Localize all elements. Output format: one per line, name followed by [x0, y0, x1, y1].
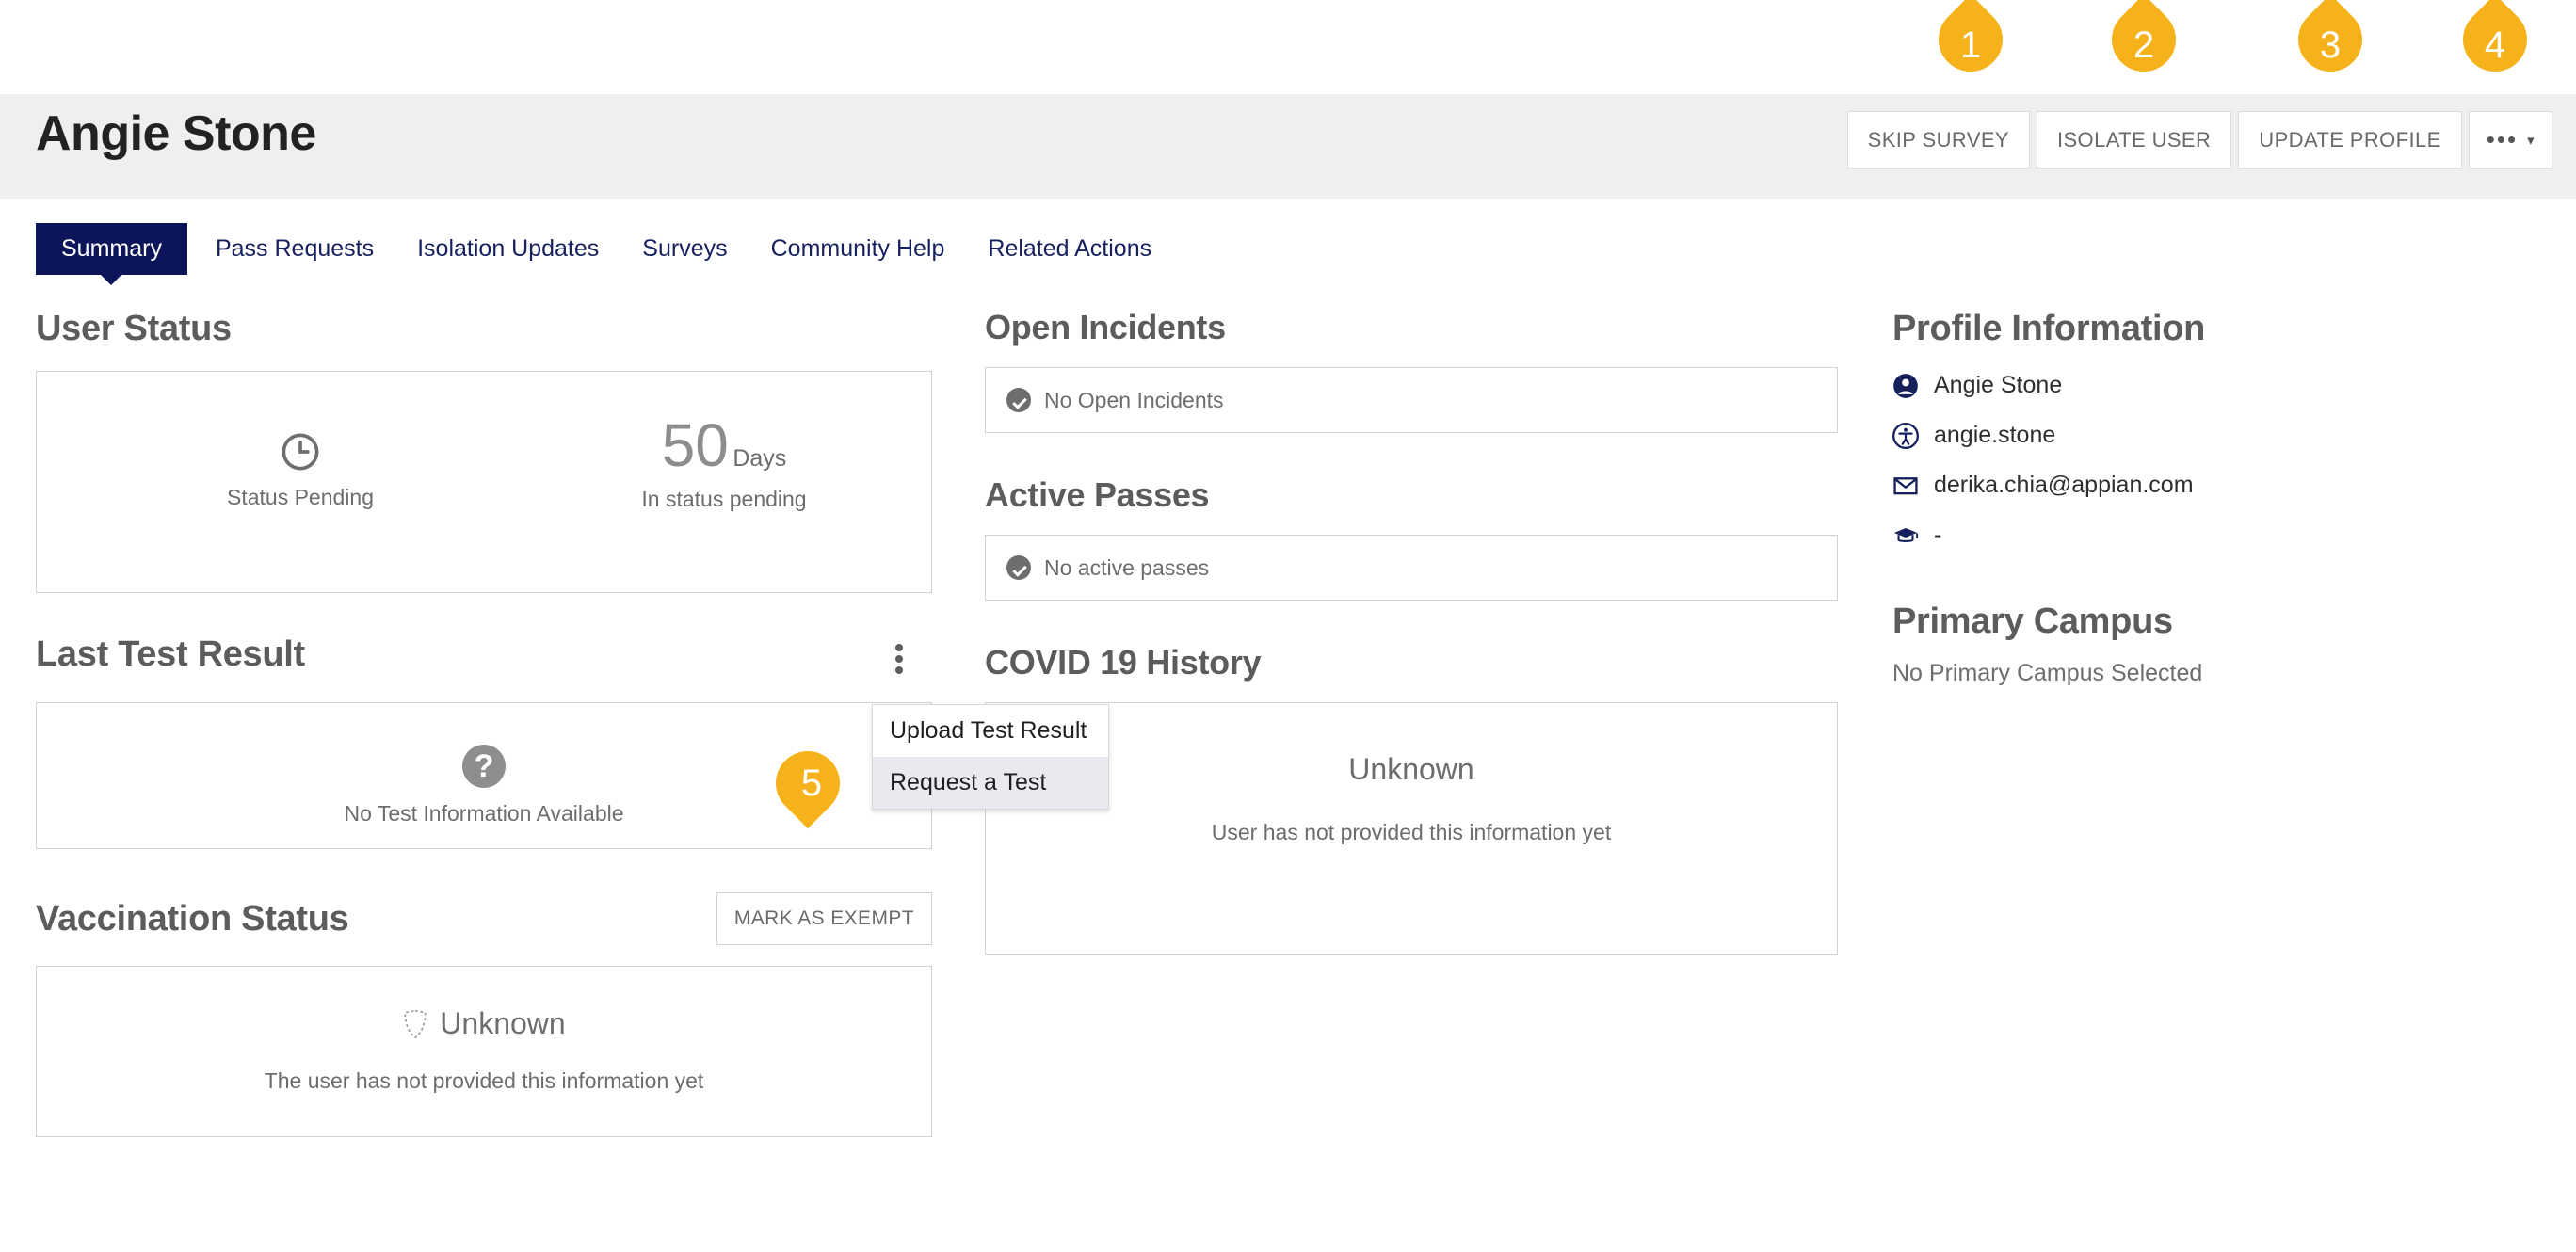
- profile-row-name: Angie Stone: [1892, 372, 2495, 399]
- more-actions-button[interactable]: ••• ▾: [2468, 111, 2552, 169]
- annotation-pin-4: 4: [2449, 0, 2541, 102]
- tab-bar: Summary Pass Requests Isolation Updates …: [0, 223, 2576, 281]
- annotation-pin-1: 1: [1924, 0, 2017, 102]
- tab-surveys[interactable]: Surveys: [642, 223, 727, 275]
- last-test-result-kebab-menu-icon[interactable]: [883, 640, 915, 678]
- tab-related-actions[interactable]: Related Actions: [988, 223, 1151, 275]
- profile-education-value: -: [1934, 522, 1942, 548]
- primary-campus-value: No Primary Campus Selected: [1892, 660, 2203, 686]
- days-caption: In status pending: [641, 487, 807, 511]
- ellipsis-icon: •••: [2486, 125, 2519, 153]
- vaccination-status-value: Unknown: [440, 1006, 566, 1040]
- user-status-card: Status Pending 50 Days In status pending: [36, 371, 932, 593]
- active-passes-heading: Active Passes: [985, 475, 1210, 514]
- vaccination-status-card: Unknown The user has not provided this i…: [36, 966, 932, 1137]
- days-pending-metric: 50 Days In status pending: [592, 415, 856, 512]
- chevron-down-icon: ▾: [2527, 132, 2535, 149]
- annotation-pin-4-number: 4: [2484, 24, 2506, 66]
- profile-row-email: derika.chia@appian.com: [1892, 472, 2495, 499]
- menu-item-request-a-test[interactable]: Request a Test: [873, 757, 1108, 809]
- profile-name-value: Angie Stone: [1934, 372, 2063, 398]
- isolate-user-button[interactable]: ISOLATE USER: [2036, 111, 2232, 169]
- annotation-pin-1-number: 1: [1959, 24, 1982, 66]
- person-circle-icon: [1893, 373, 1918, 398]
- vaccination-status-header: Vaccination Status MARK AS EXEMPT: [36, 892, 932, 945]
- status-pending-metric: Status Pending: [201, 430, 399, 510]
- tab-pass-requests[interactable]: Pass Requests: [216, 223, 374, 275]
- covid-history-subtext: User has not provided this information y…: [1211, 820, 1612, 844]
- tab-community-help[interactable]: Community Help: [771, 223, 945, 275]
- last-test-result-heading: Last Test Result: [36, 634, 305, 674]
- covid-history-heading: COVID 19 History: [985, 643, 1262, 682]
- days-value-row: 50 Days: [592, 415, 856, 475]
- graduation-cap-icon: [1893, 527, 1919, 542]
- annotation-pin-3: 3: [2284, 0, 2376, 102]
- update-profile-button[interactable]: UPDATE PROFILE: [2238, 111, 2462, 169]
- clock-icon: [282, 433, 319, 471]
- mark-as-exempt-button[interactable]: MARK AS EXEMPT: [716, 892, 932, 945]
- accessibility-circle-icon: [1892, 422, 1919, 449]
- annotation-pin-5-number: 5: [800, 762, 823, 804]
- vaccination-status-subtext: The user has not provided this informati…: [264, 1068, 704, 1093]
- profile-information-heading: Profile Information: [1892, 309, 2206, 348]
- tab-isolation-updates[interactable]: Isolation Updates: [417, 223, 599, 275]
- profile-row-username: angie.stone: [1892, 422, 2495, 449]
- user-status-heading: User Status: [36, 309, 232, 348]
- open-incidents-empty-text: No Open Incidents: [1044, 387, 1224, 412]
- app-root: Angie Stone SKIP SURVEY ISOLATE USER UPD…: [0, 0, 2576, 1252]
- shield-icon: [404, 1009, 427, 1038]
- profile-username-value: angie.stone: [1934, 422, 2056, 448]
- question-mark-icon: ?: [462, 745, 506, 788]
- header-action-bar: SKIP SURVEY ISOLATE USER UPDATE PROFILE …: [1846, 111, 2552, 169]
- days-value: 50: [661, 411, 729, 479]
- left-column: User Status Status Pending 50 Days In st…: [36, 311, 932, 1137]
- annotation-pin-3-number: 3: [2319, 24, 2342, 66]
- menu-item-upload-test-result[interactable]: Upload Test Result: [873, 705, 1108, 757]
- vaccination-status-heading: Vaccination Status: [36, 899, 349, 939]
- annotation-pin-2-number: 2: [2133, 24, 2155, 66]
- days-unit: Days: [733, 445, 787, 472]
- last-test-result-context-menu: Upload Test Result Request a Test: [872, 704, 1109, 810]
- tab-summary[interactable]: Summary: [36, 223, 187, 275]
- covid-history-status: Unknown: [1348, 752, 1474, 786]
- last-test-result-header: Last Test Result: [36, 636, 932, 678]
- active-passes-empty-text: No active passes: [1044, 554, 1210, 580]
- primary-campus-heading: Primary Campus: [1892, 602, 2173, 641]
- status-pending-label: Status Pending: [226, 485, 374, 509]
- check-circle-icon: [1006, 388, 1031, 412]
- envelope-icon: [1893, 476, 1918, 494]
- active-passes-card: No active passes: [985, 535, 1838, 601]
- open-incidents-heading: Open Incidents: [985, 308, 1226, 346]
- annotation-pin-5: 5: [762, 737, 870, 829]
- right-column: Profile Information Angie Stone angie.st…: [1892, 311, 2495, 687]
- page-title: Angie Stone: [36, 106, 316, 161]
- open-incidents-card: No Open Incidents: [985, 367, 1838, 433]
- middle-column: Open Incidents No Open Incidents Active …: [985, 311, 1838, 955]
- check-circle-icon: [1006, 555, 1031, 580]
- profile-row-education: -: [1892, 522, 2495, 549]
- covid-history-card: Unknown User has not provided this infor…: [985, 702, 1838, 955]
- annotation-pin-2: 2: [2098, 0, 2190, 102]
- skip-survey-button[interactable]: SKIP SURVEY: [1846, 111, 2030, 169]
- profile-email-value: derika.chia@appian.com: [1934, 472, 2194, 498]
